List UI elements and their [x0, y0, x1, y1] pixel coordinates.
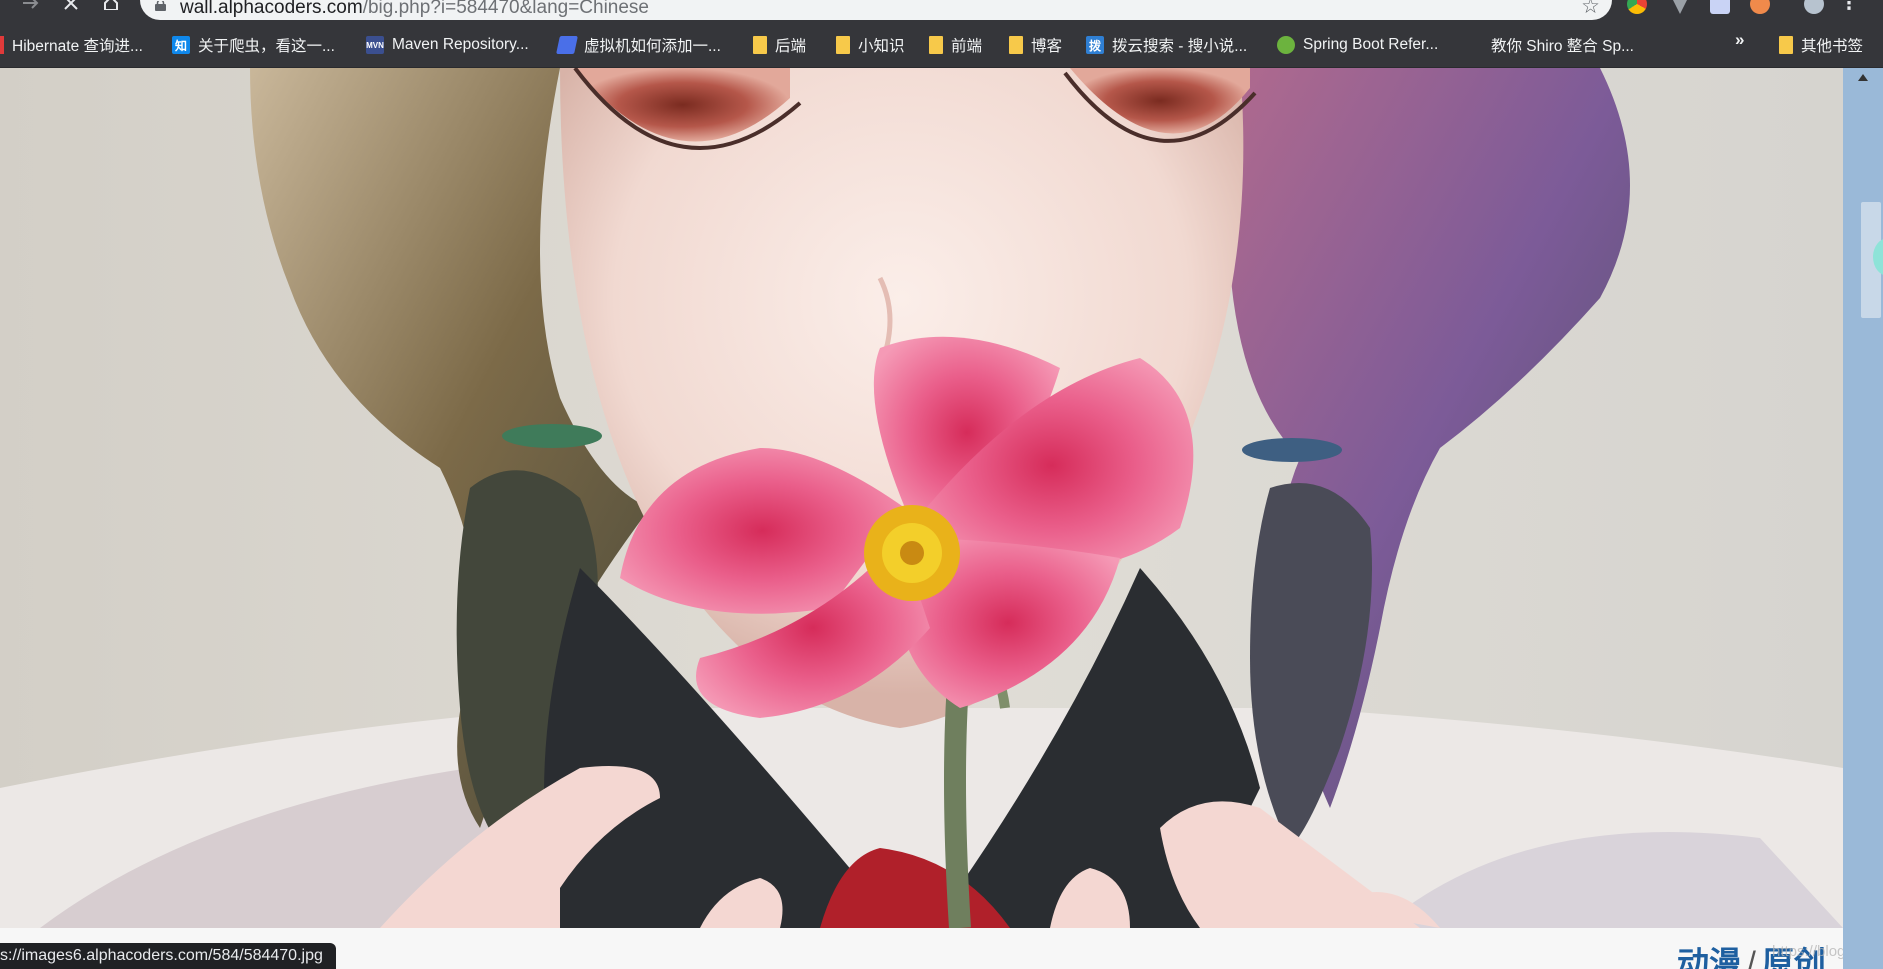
bookmark-item[interactable]: 教你 Shiro 整合 Sp...: [1477, 34, 1634, 56]
translate-extension-icon[interactable]: [1710, 0, 1730, 14]
url-host: wall.alphacoders.com: [180, 0, 363, 18]
stop-loading-icon[interactable]: [58, 0, 84, 16]
bookmark-label: Maven Repository...: [392, 36, 529, 53]
forward-arrow-icon[interactable]: [18, 0, 44, 16]
folder-icon: [929, 36, 943, 54]
bookmark-label: 前端: [951, 38, 983, 55]
folder-icon: [1779, 36, 1793, 54]
maven-icon: MVN: [366, 36, 384, 54]
bookmark-label: 虚拟机如何添加一...: [584, 38, 721, 55]
hibernate-icon: [0, 36, 4, 54]
zhihu-icon: 知: [172, 36, 190, 54]
url-text[interactable]: wall.alphacoders.com/big.php?i=584470&la…: [180, 0, 649, 19]
category-link[interactable]: 动漫: [1677, 945, 1741, 969]
bookmark-item[interactable]: MVN Maven Repository...: [366, 34, 529, 56]
bookmark-label: Spring Boot Refer...: [1303, 36, 1439, 53]
wallpaper-illustration[interactable]: [0, 68, 1843, 928]
bookmark-label: 小知识: [858, 38, 905, 55]
bookmark-label: 拨云搜索 - 搜小说...: [1112, 38, 1248, 55]
address-bar[interactable]: wall.alphacoders.com/big.php?i=584470&la…: [140, 0, 1612, 20]
breadcrumb-separator: /: [1747, 945, 1756, 969]
bookmark-item[interactable]: Spring Boot Refer...: [1277, 34, 1438, 56]
url-path: /big.php?i=584470&lang=Chinese: [362, 0, 650, 18]
home-icon[interactable]: [98, 0, 124, 16]
bookmark-star-icon[interactable]: ☆: [1581, 0, 1600, 19]
blank-page-icon: [1477, 36, 1483, 54]
profile-avatar[interactable]: [1804, 0, 1824, 14]
bookmark-folder[interactable]: 前端: [929, 34, 982, 56]
status-bar-url: s://images6.alphacoders.com/584/584470.j…: [0, 943, 336, 969]
lock-icon: [155, 1, 166, 11]
folder-icon: [836, 36, 850, 54]
vertical-scrollbar[interactable]: [1843, 68, 1883, 969]
bookmark-item[interactable]: 知 关于爬虫，看这一...: [172, 34, 335, 56]
page-viewport: [0, 68, 1843, 969]
pen-icon: [556, 36, 578, 54]
other-bookmarks-folder[interactable]: 其他书签: [1779, 34, 1863, 56]
bayun-icon: 拨: [1086, 36, 1104, 54]
vpn-extension-icon[interactable]: [1670, 0, 1690, 14]
bookmark-label: Hibernate 查询进...: [12, 38, 143, 55]
bookmarks-bar: Hibernate 查询进... 知 关于爬虫，看这一... MVN Maven…: [0, 22, 1883, 68]
spring-icon: [1277, 36, 1295, 54]
browser-toolbar: wall.alphacoders.com/big.php?i=584470&la…: [0, 0, 1883, 22]
bookmark-item[interactable]: 拨 拨云搜索 - 搜小说...: [1086, 34, 1247, 56]
bookmark-folder[interactable]: 小知识: [836, 34, 905, 56]
bookmark-label: 教你 Shiro 整合 Sp...: [1491, 38, 1634, 55]
bookmark-label: 博客: [1031, 38, 1063, 55]
scroll-up-arrow-icon[interactable]: [1858, 74, 1868, 81]
browser-menu-icon[interactable]: ⋮: [1840, 0, 1858, 12]
bookmark-item[interactable]: 虚拟机如何添加一...: [556, 34, 721, 56]
bookmark-item[interactable]: Hibernate 查询进...: [0, 34, 143, 56]
folder-icon: [753, 36, 767, 54]
chrome-extension-icon[interactable]: [1627, 0, 1647, 14]
more-bookmarks-chevron-icon[interactable]: »: [1735, 30, 1744, 50]
bookmark-label: 关于爬虫，看这一...: [198, 38, 335, 55]
folder-icon: [1009, 36, 1023, 54]
bookmark-label: 其他书签: [1801, 38, 1864, 55]
bookmark-label: 后端: [775, 38, 807, 55]
bookmark-folder[interactable]: 博客: [1009, 34, 1062, 56]
bookmark-folder[interactable]: 后端: [753, 34, 806, 56]
owl-extension-icon[interactable]: [1750, 0, 1770, 14]
